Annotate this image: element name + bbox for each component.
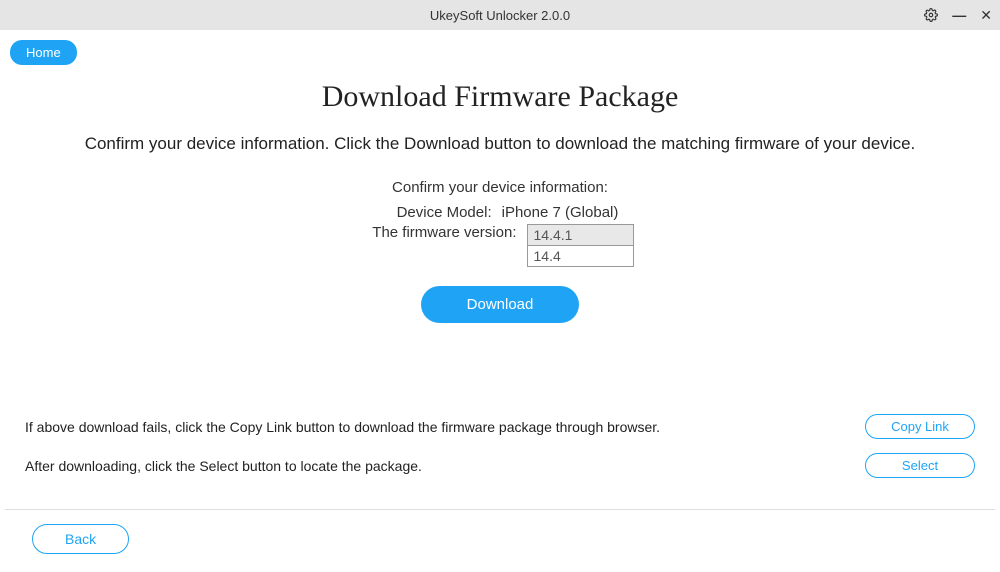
footer-divider	[5, 509, 995, 510]
device-model-row: Device Model: iPhone 7 (Global)	[382, 204, 619, 221]
device-model-label: Device Model:	[382, 204, 492, 221]
window-title: UkeySoft Unlocker 2.0.0	[430, 8, 570, 23]
copy-link-text: If above download fails, click the Copy …	[25, 419, 660, 435]
confirm-message: Confirm your device information:	[392, 179, 608, 196]
select-row: After downloading, click the Select butt…	[25, 453, 975, 478]
download-button[interactable]: Download	[421, 286, 580, 323]
firmware-version-selected[interactable]: 14.4.1	[527, 224, 634, 246]
form-area: Confirm your device information: Device …	[0, 179, 1000, 323]
copy-link-button[interactable]: Copy Link	[865, 414, 975, 439]
device-model-value: iPhone 7 (Global)	[502, 204, 619, 221]
titlebar: UkeySoft Unlocker 2.0.0 — ✕	[0, 0, 1000, 30]
page-title: Download Firmware Package	[0, 80, 1000, 114]
copy-link-row: If above download fails, click the Copy …	[25, 414, 975, 439]
back-button[interactable]: Back	[32, 524, 129, 554]
firmware-version-dropdown[interactable]: 14.4.1 14.4	[527, 224, 634, 267]
page-subtitle: Confirm your device information. Click t…	[0, 134, 1000, 154]
firmware-version-label: The firmware version:	[367, 224, 517, 241]
close-icon[interactable]: ✕	[980, 7, 992, 24]
titlebar-controls: — ✕	[924, 0, 992, 30]
firmware-version-row: The firmware version: 14.4.1 14.4	[367, 224, 634, 267]
select-text: After downloading, click the Select butt…	[25, 458, 422, 474]
select-button[interactable]: Select	[865, 453, 975, 478]
firmware-version-option[interactable]: 14.4	[527, 246, 634, 267]
bottom-section: If above download fails, click the Copy …	[0, 414, 1000, 492]
minimize-icon[interactable]: —	[952, 7, 966, 23]
home-button[interactable]: Home	[10, 40, 77, 65]
settings-icon[interactable]	[924, 8, 938, 22]
